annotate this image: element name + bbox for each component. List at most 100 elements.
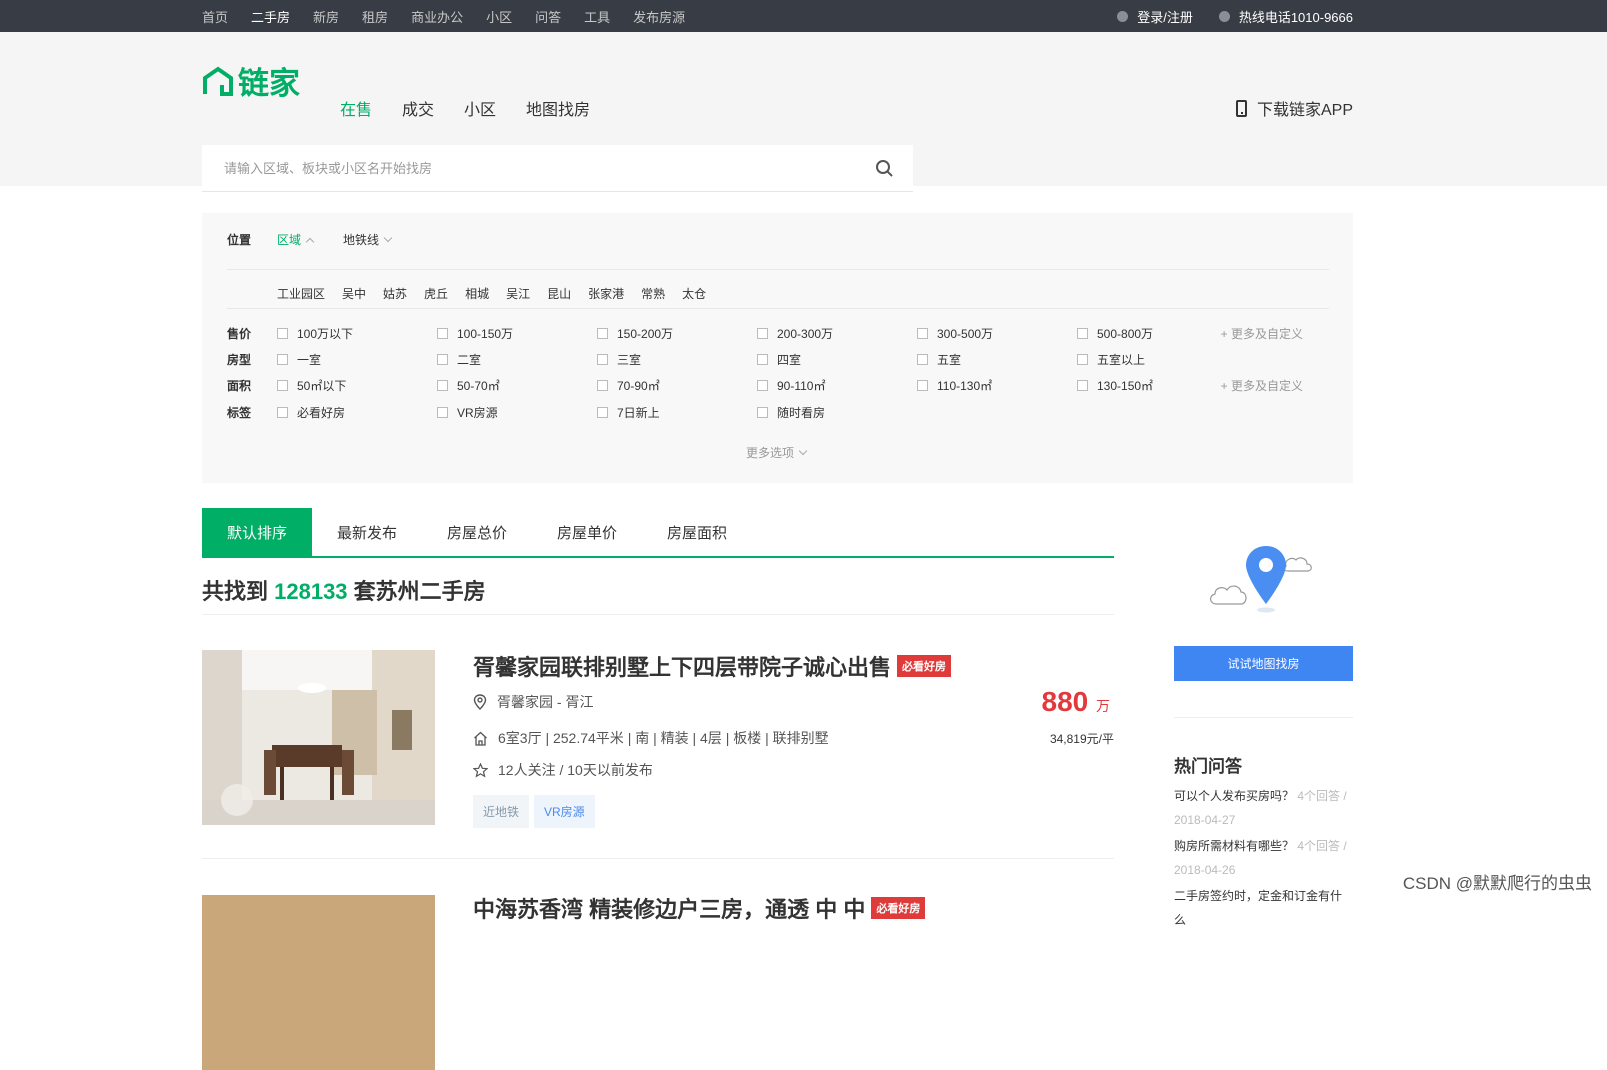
filter-option[interactable]: 130-150㎡ — [1077, 377, 1237, 394]
checkbox[interactable] — [757, 380, 768, 391]
checkbox[interactable] — [917, 328, 928, 339]
district-item[interactable]: 吴中 — [342, 285, 366, 302]
checkbox[interactable] — [597, 380, 608, 391]
subway-tab[interactable]: 地铁线 — [343, 231, 379, 248]
district-item[interactable]: 姑苏 — [383, 285, 407, 302]
map-search-button[interactable]: 试试地图找房 — [1174, 646, 1353, 681]
top-nav-second-hand[interactable]: 二手房 — [251, 7, 290, 26]
checkbox[interactable] — [437, 380, 448, 391]
option-label: 130-150㎡ — [1097, 377, 1153, 394]
search-input[interactable] — [202, 145, 842, 191]
option-label: VR房源 — [457, 404, 498, 421]
listing-photo[interactable] — [202, 650, 435, 825]
tab-area[interactable]: 房屋面积 — [642, 508, 752, 556]
district-item[interactable]: 吴江 — [506, 285, 530, 302]
login-link[interactable]: 登录/注册 — [1117, 7, 1193, 26]
top-nav-qa[interactable]: 问答 — [535, 7, 561, 26]
nav-map-search[interactable]: 地图找房 — [526, 96, 590, 120]
filter-option[interactable]: 500-800万 — [1077, 325, 1237, 342]
top-nav-tools[interactable]: 工具 — [584, 7, 610, 26]
filter-option[interactable]: 四室 — [757, 351, 917, 368]
divider — [227, 269, 1329, 270]
qa-item[interactable]: 二手房签约时，定金和订金有什么 — [1174, 884, 1353, 932]
top-nav-commercial[interactable]: 商业办公 — [411, 7, 463, 26]
filter-option[interactable]: 100-150万 — [437, 325, 597, 342]
tab-total-price[interactable]: 房屋总价 — [422, 508, 532, 556]
checkbox[interactable] — [757, 328, 768, 339]
checkbox[interactable] — [437, 354, 448, 365]
filter-option[interactable]: 200-300万 — [757, 325, 917, 342]
filter-option[interactable]: 50㎡以下 — [277, 377, 437, 394]
tab-newest[interactable]: 最新发布 — [312, 508, 422, 556]
filter-option[interactable]: VR房源 — [437, 404, 597, 421]
district-item[interactable]: 相城 — [465, 285, 489, 302]
filter-row-label: 标签 — [227, 404, 277, 421]
filter-option[interactable]: 150-200万 — [597, 325, 757, 342]
top-bar: 首页 二手房 新房 租房 商业办公 小区 问答 工具 发布房源 登录/注册 热线… — [0, 0, 1607, 32]
filter-option[interactable]: 五室 — [917, 351, 1077, 368]
checkbox[interactable] — [437, 328, 448, 339]
more-custom-link[interactable]: + 更多及自定义 — [1221, 325, 1303, 342]
listing-title[interactable]: 中海苏香湾 精装修边户三房，通透 中 中 必看好房 — [473, 892, 925, 924]
checkbox[interactable] — [277, 328, 288, 339]
filter-option[interactable]: 必看好房 — [277, 404, 437, 421]
checkbox[interactable] — [277, 354, 288, 365]
more-options-toggle[interactable]: 更多选项 — [746, 444, 806, 461]
listing-title[interactable]: 胥馨家园联排别墅上下四层带院子诚心出售 必看好房 — [473, 650, 951, 682]
download-app-link[interactable]: 下载链家APP — [1236, 96, 1353, 120]
tab-default-sort[interactable]: 默认排序 — [202, 508, 312, 556]
checkbox[interactable] — [757, 407, 768, 418]
top-nav-publish[interactable]: 发布房源 — [633, 7, 685, 26]
district-item[interactable]: 张家港 — [588, 285, 624, 302]
checkbox[interactable] — [917, 380, 928, 391]
checkbox[interactable] — [597, 407, 608, 418]
house-logo-icon — [202, 66, 234, 96]
district-item[interactable]: 虎丘 — [424, 285, 448, 302]
checkbox[interactable] — [917, 354, 928, 365]
search-icon[interactable] — [875, 159, 895, 179]
result-number: 128133 — [274, 579, 347, 604]
checkbox[interactable] — [1077, 354, 1088, 365]
csdn-watermark: CSDN @默默爬行的虫虫 — [1403, 869, 1592, 894]
map-pin-cloud-icon — [1206, 544, 1321, 624]
top-nav-community[interactable]: 小区 — [486, 7, 512, 26]
checkbox[interactable] — [277, 407, 288, 418]
checkbox[interactable] — [597, 354, 608, 365]
checkbox[interactable] — [1077, 328, 1088, 339]
filter-option[interactable]: 50-70㎡ — [437, 377, 597, 394]
filter-option[interactable]: 300-500万 — [917, 325, 1077, 342]
filter-option[interactable]: 五室以上 — [1077, 351, 1237, 368]
nav-sold[interactable]: 成交 — [402, 96, 434, 120]
district-item[interactable]: 太仓 — [682, 285, 706, 302]
filter-option[interactable]: 7日新上 — [597, 404, 757, 421]
top-nav-rent[interactable]: 租房 — [362, 7, 388, 26]
district-item[interactable]: 昆山 — [547, 285, 571, 302]
district-item[interactable]: 常熟 — [641, 285, 665, 302]
filter-option[interactable]: 二室 — [437, 351, 597, 368]
filter-option[interactable]: 110-130㎡ — [917, 377, 1077, 394]
tab-unit-price[interactable]: 房屋单价 — [532, 508, 642, 556]
nav-community[interactable]: 小区 — [464, 96, 496, 120]
nav-on-sale[interactable]: 在售 — [340, 96, 372, 120]
filter-option[interactable]: 随时看房 — [757, 404, 917, 421]
more-custom-link[interactable]: + 更多及自定义 — [1221, 377, 1303, 394]
region-tab[interactable]: 区域 — [277, 231, 301, 248]
filter-option[interactable]: 70-90㎡ — [597, 377, 757, 394]
checkbox[interactable] — [597, 328, 608, 339]
location-text[interactable]: 胥馨家园 - 胥江 — [497, 692, 593, 712]
filter-option[interactable]: 100万以下 — [277, 325, 437, 342]
filter-option[interactable]: 三室 — [597, 351, 757, 368]
checkbox[interactable] — [437, 407, 448, 418]
filter-option[interactable]: 90-110㎡ — [757, 377, 917, 394]
top-nav-new[interactable]: 新房 — [313, 7, 339, 26]
checkbox[interactable] — [757, 354, 768, 365]
qa-item[interactable]: 购房所需材料有哪些？ 4个回答 / 2018-04-26 — [1174, 834, 1353, 882]
qa-item[interactable]: 可以个人发布买房吗？ 4个回答 / 2018-04-27 — [1174, 784, 1353, 832]
checkbox[interactable] — [1077, 380, 1088, 391]
checkbox[interactable] — [277, 380, 288, 391]
listing-photo[interactable] — [202, 895, 435, 1070]
top-nav-home[interactable]: 首页 — [202, 7, 228, 26]
logo[interactable]: 链家 — [202, 58, 300, 103]
filter-option[interactable]: 一室 — [277, 351, 437, 368]
district-item[interactable]: 工业园区 — [277, 285, 325, 302]
